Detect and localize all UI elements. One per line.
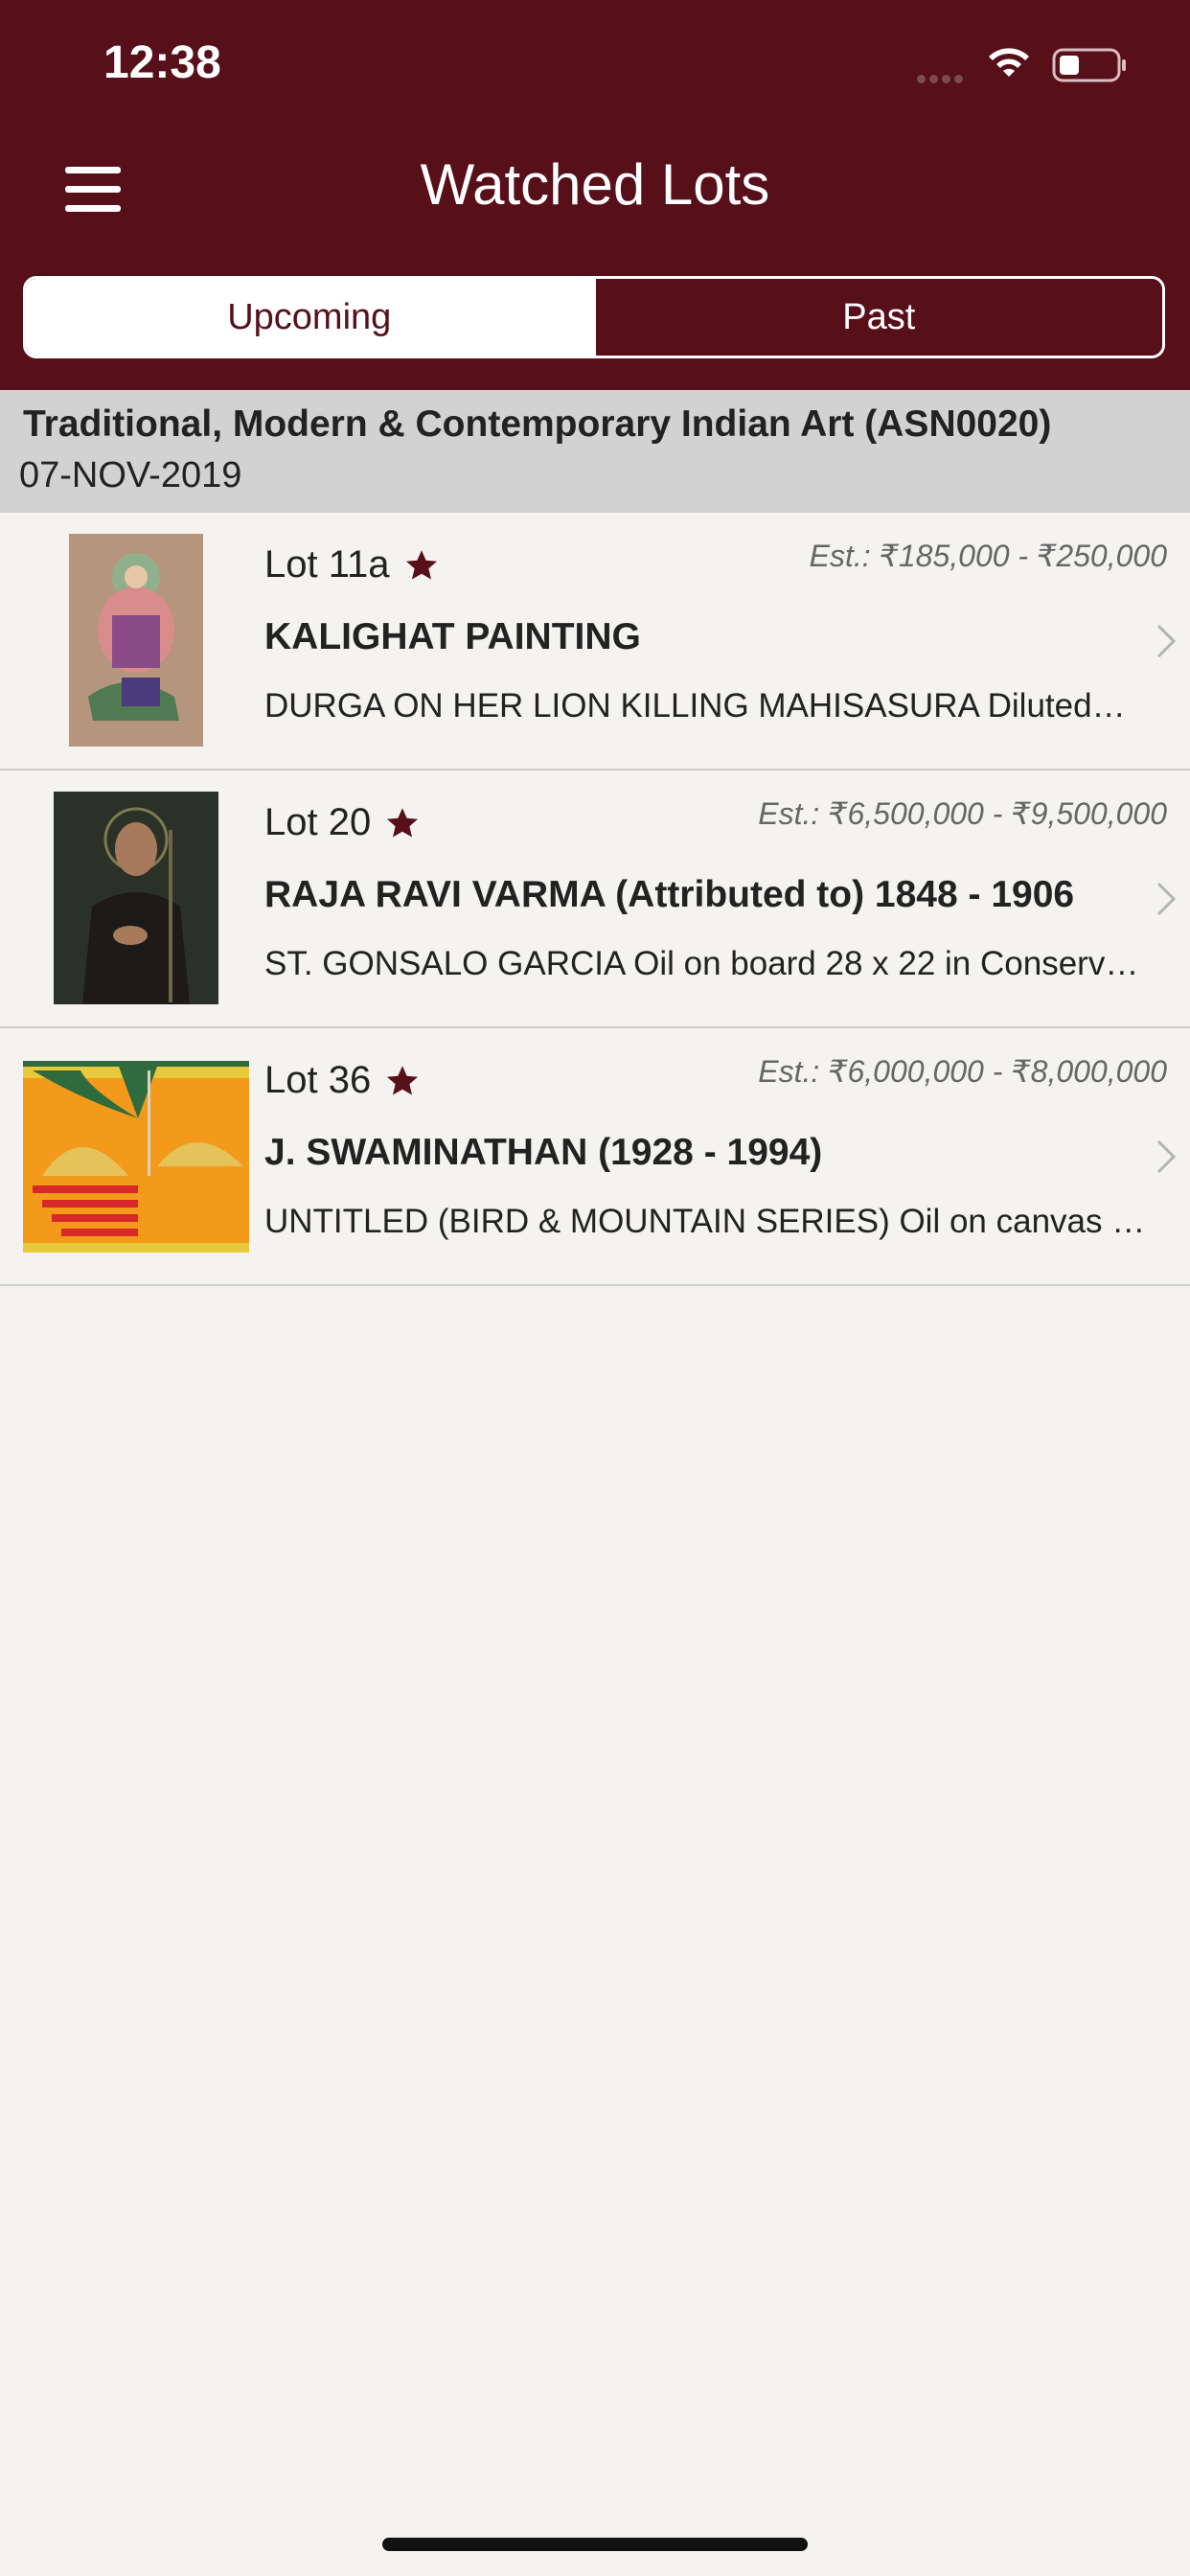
lot-thumbnail bbox=[23, 1061, 249, 1253]
status-time: 12:38 bbox=[103, 37, 221, 88]
tab-past[interactable]: Past bbox=[592, 279, 1162, 356]
lot-artist: KALIGHAT PAINTING bbox=[264, 616, 641, 657]
lot-row[interactable]: Lot 11a Est.: ₹185,000 - ₹250,000 KALIGH… bbox=[0, 513, 1190, 770]
segmented-control: Upcoming Past bbox=[23, 276, 1165, 358]
app-header: 12:38 Watched Lots Upcoming Past bbox=[0, 0, 1190, 390]
lot-thumbnail bbox=[54, 792, 218, 1004]
chevron-right-icon bbox=[1156, 624, 1177, 658]
battery-icon bbox=[1052, 48, 1126, 82]
lot-estimate: Est.: ₹6,500,000 - ₹9,500,000 bbox=[758, 796, 1167, 831]
lot-row[interactable]: Lot 36 Est.: ₹6,000,000 - ₹8,000,000 J. … bbox=[0, 1028, 1190, 1286]
lot-estimate: Est.: ₹185,000 - ₹250,000 bbox=[809, 539, 1167, 573]
auction-date: 07-NOV-2019 bbox=[19, 455, 242, 495]
auction-title: Traditional, Modern & Contemporary India… bbox=[23, 403, 1052, 445]
lot-number: Lot 20 bbox=[264, 801, 421, 844]
lot-number-text: Lot 36 bbox=[264, 1059, 372, 1101]
lot-row[interactable]: Lot 20 Est.: ₹6,500,000 - ₹9,500,000 RAJ… bbox=[0, 770, 1190, 1028]
lot-thumbnail bbox=[69, 534, 203, 747]
page-title: Watched Lots bbox=[420, 152, 770, 217]
lot-number: Lot 36 bbox=[264, 1059, 421, 1102]
signal-icon bbox=[917, 71, 967, 88]
lot-description: ST. GONSALO GARCIA Oil on board 28 x 22 … bbox=[264, 945, 1139, 982]
tab-upcoming[interactable]: Upcoming bbox=[26, 279, 593, 356]
lot-artist: RAJA RAVI VARMA (Attributed to) 1848 - 1… bbox=[264, 874, 1075, 915]
lot-number: Lot 11a bbox=[264, 543, 440, 586]
auction-section-header: Traditional, Modern & Contemporary India… bbox=[0, 390, 1190, 513]
lot-description: DURGA ON HER LION KILLING MAHISASURA Dil… bbox=[264, 687, 1126, 724]
wifi-icon bbox=[989, 48, 1029, 77]
chevron-right-icon bbox=[1156, 882, 1177, 916]
lot-description: UNTITLED (BIRD & MOUNTAIN SERIES) Oil on… bbox=[264, 1203, 1165, 1240]
lot-number-text: Lot 20 bbox=[264, 801, 372, 843]
lot-number-text: Lot 11a bbox=[264, 543, 390, 586]
star-icon[interactable] bbox=[384, 806, 421, 840]
home-indicator[interactable] bbox=[382, 2538, 808, 2551]
lot-estimate: Est.: ₹6,000,000 - ₹8,000,000 bbox=[758, 1054, 1167, 1089]
chevron-right-icon bbox=[1156, 1139, 1177, 1174]
star-icon[interactable] bbox=[403, 548, 440, 583]
lot-artist: J. SWAMINATHAN (1928 - 1994) bbox=[264, 1132, 823, 1173]
star-icon[interactable] bbox=[384, 1064, 421, 1098]
